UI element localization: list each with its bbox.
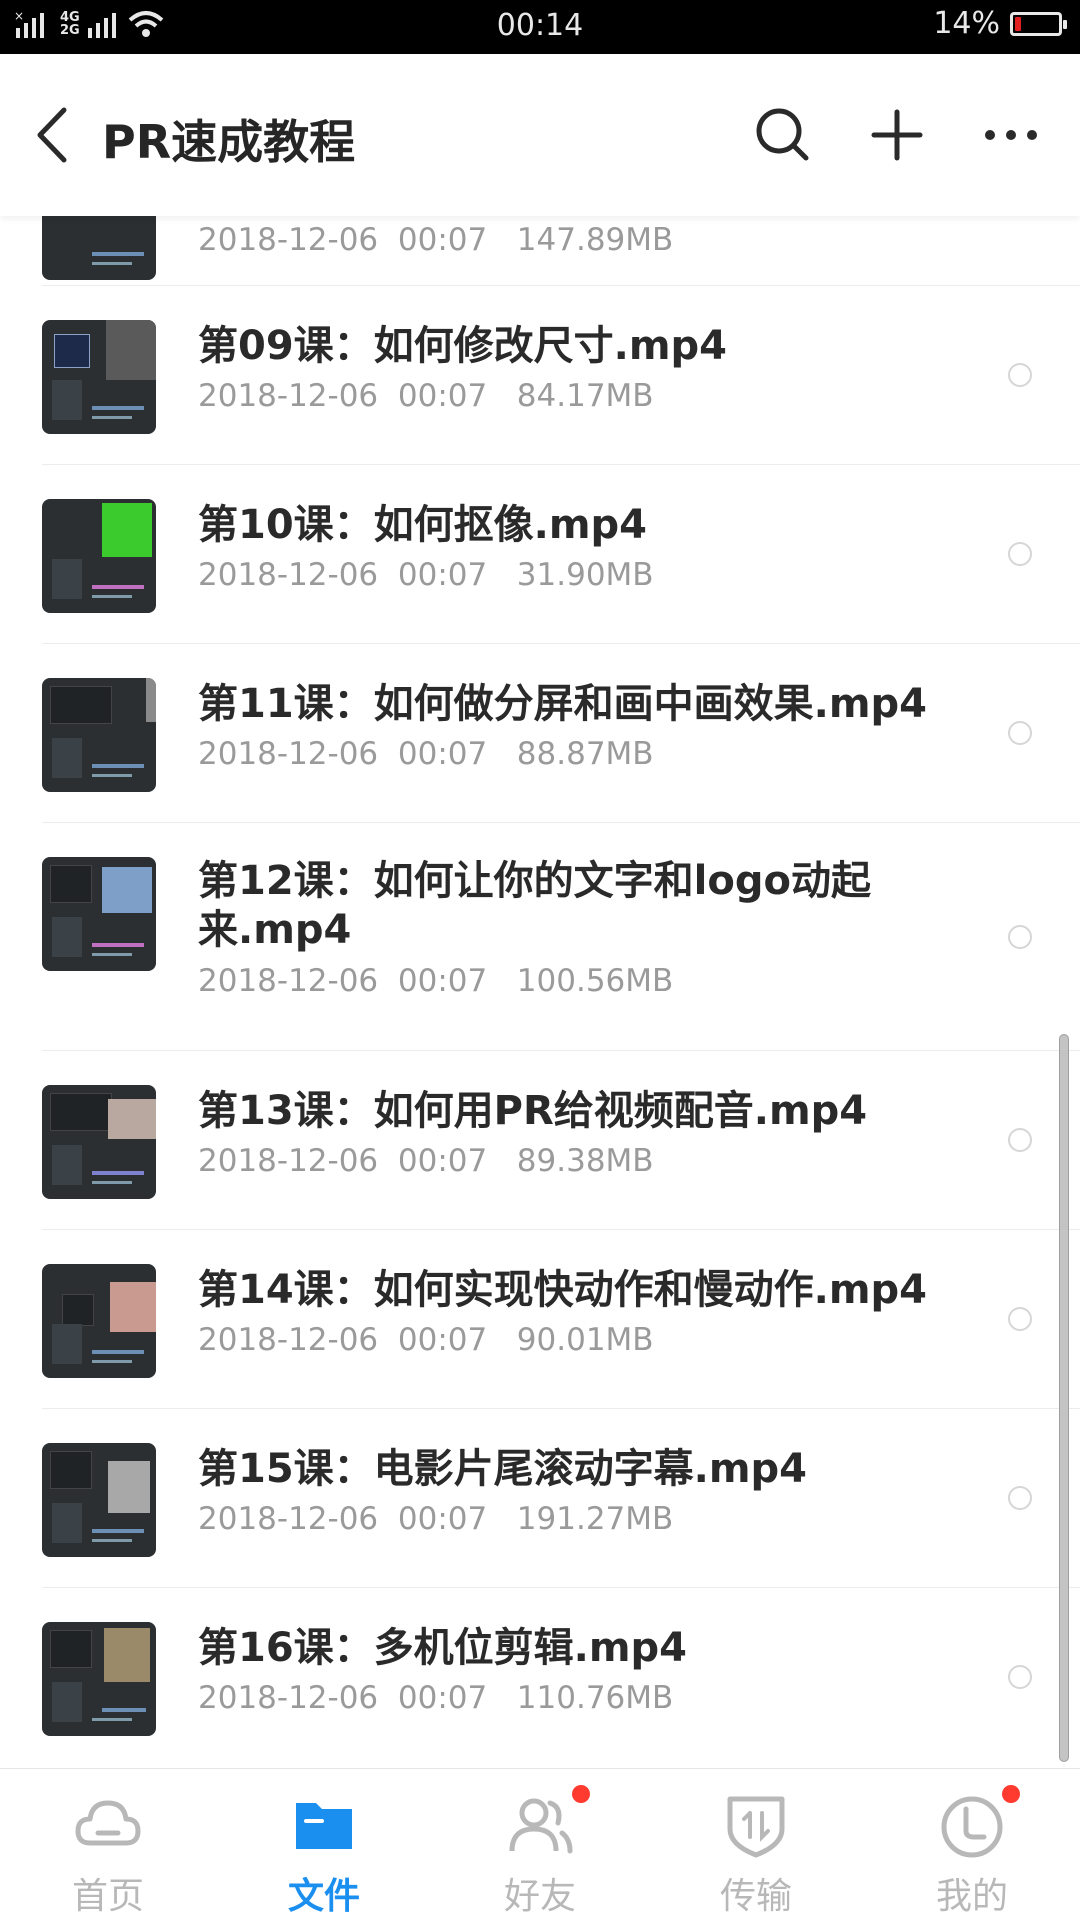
list-item[interactable]: 第12课：如何让你的文字和logo动起来.mp4 2018-12-06 00:0… [0, 823, 1080, 1051]
select-radio[interactable] [1008, 1486, 1032, 1510]
bottom-tab-bar: 首页 文件 好友 传输 我的 [0, 1768, 1080, 1921]
list-item[interactable]: 第11课：如何做分屏和画中画效果.mp4 2018-12-06 00:07 88… [0, 644, 1080, 823]
file-title: 第11课：如何做分屏和画中画效果.mp4 [198, 681, 928, 727]
status-time: 00:14 [496, 8, 584, 43]
file-meta: 2018-12-06 00:07 88.87MB [198, 736, 654, 772]
file-meta: 2018-12-06 00:07 100.56MB [198, 963, 674, 999]
tab-label: 我的 [935, 1876, 1008, 1917]
file-title: 第09课：如何修改尺寸.mp4 [198, 323, 728, 369]
battery-percent: 14% [933, 6, 1000, 41]
file-title: 第16课：多机位剪辑.mp4 [198, 1625, 688, 1671]
back-icon[interactable] [30, 104, 80, 166]
folder-icon [296, 1803, 352, 1849]
tab-label: 好友 [503, 1876, 576, 1917]
transfer-icon [727, 1796, 785, 1858]
profile-icon [941, 1796, 1003, 1858]
list-item[interactable]: 第13课：如何用PR给视频配音.mp4 2018-12-06 00:07 89.… [0, 1051, 1080, 1230]
video-thumbnail [42, 216, 156, 280]
tab-home[interactable]: 首页 [0, 1769, 216, 1921]
select-radio[interactable] [1008, 1307, 1032, 1331]
status-bar: × 4G 2G 00:14 14% [0, 0, 1080, 54]
video-thumbnail [42, 678, 156, 792]
video-thumbnail [42, 857, 156, 971]
more-icon[interactable] [978, 102, 1044, 168]
file-meta: 2018-12-06 00:07 191.27MB [198, 1501, 674, 1537]
video-thumbnail [42, 320, 156, 434]
tab-friends[interactable]: 好友 [432, 1769, 648, 1921]
file-meta: 2018-12-06 00:07 84.17MB [198, 378, 654, 414]
cloud-icon [75, 1800, 141, 1846]
tab-profile[interactable]: 我的 [864, 1769, 1080, 1921]
file-title: 第14课：如何实现快动作和慢动作.mp4 [198, 1267, 928, 1313]
list-item[interactable]: 第16课：多机位剪辑.mp4 2018-12-06 00:07 110.76MB [0, 1588, 1080, 1767]
friends-icon [509, 1798, 573, 1854]
list-item[interactable]: 第09课：如何修改尺寸.mp4 2018-12-06 00:07 84.17MB [0, 286, 1080, 465]
search-icon[interactable] [750, 102, 816, 168]
file-title: 第15课：电影片尾滚动字幕.mp4 [198, 1446, 808, 1492]
notification-badge [572, 1785, 590, 1803]
list-item[interactable]: 第10课：如何抠像.mp4 2018-12-06 00:07 31.90MB [0, 465, 1080, 644]
select-radio[interactable] [1008, 1128, 1032, 1152]
file-list[interactable]: 2018-12-06 00:07 147.89MB 第09课：如何修改尺寸.mp… [0, 216, 1080, 1768]
tab-label: 首页 [71, 1876, 144, 1917]
select-radio[interactable] [1008, 721, 1032, 745]
file-meta: 2018-12-06 00:07 90.01MB [198, 1322, 654, 1358]
file-title: 第12课：如何让你的文字和logo动起来.mp4 [198, 858, 871, 953]
tab-transfer[interactable]: 传输 [648, 1769, 864, 1921]
tab-label: 传输 [719, 1876, 792, 1917]
app-header: PR速成教程 [0, 54, 1080, 216]
battery-icon [1010, 11, 1067, 36]
select-radio[interactable] [1008, 363, 1032, 387]
file-title: 第13课：如何用PR给视频配音.mp4 [198, 1088, 868, 1134]
scrollbar[interactable] [1059, 1034, 1069, 1762]
select-radio[interactable] [1008, 925, 1032, 949]
tab-label: 文件 [287, 1876, 360, 1917]
video-thumbnail [42, 1443, 156, 1557]
list-item[interactable]: 第14课：如何实现快动作和慢动作.mp4 2018-12-06 00:07 90… [0, 1230, 1080, 1409]
file-meta: 2018-12-06 00:07 89.38MB [198, 1143, 654, 1179]
file-meta: 2018-12-06 00:07 147.89MB [198, 222, 674, 258]
video-thumbnail [42, 1085, 156, 1199]
list-item[interactable]: 第15课：电影片尾滚动字幕.mp4 2018-12-06 00:07 191.2… [0, 1409, 1080, 1588]
file-meta: 2018-12-06 00:07 110.76MB [198, 1680, 674, 1716]
battery-status: 14% [933, 6, 1067, 41]
file-title: 第10课：如何抠像.mp4 [198, 502, 648, 548]
file-meta: 2018-12-06 00:07 31.90MB [198, 557, 654, 593]
video-thumbnail [42, 1622, 156, 1736]
notification-badge [1002, 1785, 1020, 1803]
page-title: PR速成教程 [102, 115, 356, 169]
select-radio[interactable] [1008, 1665, 1032, 1689]
video-thumbnail [42, 499, 156, 613]
list-item[interactable]: 2018-12-06 00:07 147.89MB [0, 216, 1080, 286]
tab-files[interactable]: 文件 [216, 1769, 432, 1921]
select-radio[interactable] [1008, 542, 1032, 566]
video-thumbnail [42, 1264, 156, 1378]
add-icon[interactable] [864, 102, 930, 168]
battery-fill [1015, 16, 1021, 31]
